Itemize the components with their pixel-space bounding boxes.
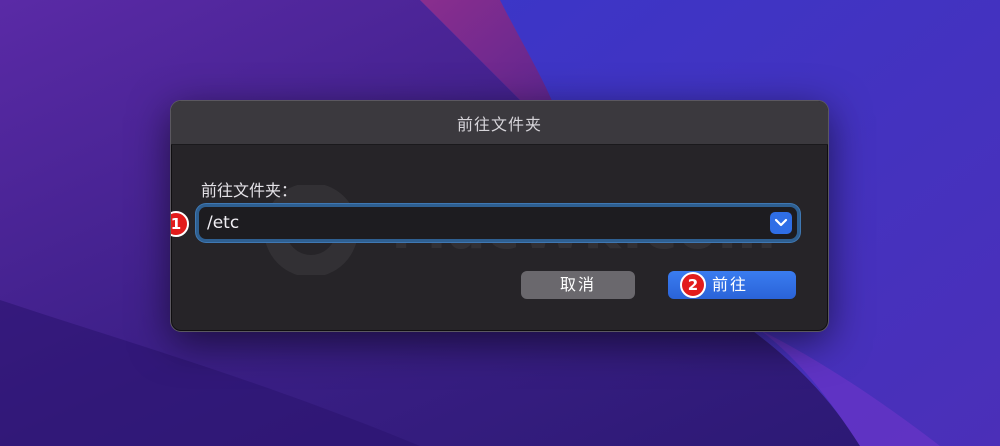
folder-path-value[interactable]: /etc	[207, 213, 239, 233]
dialog-title: 前往文件夹	[456, 114, 542, 134]
step-1-badge: 1	[171, 211, 189, 237]
cancel-button[interactable]: 取消	[521, 271, 635, 299]
go-to-folder-dialog: 前往文件夹 MacWk.com 前往文件夹： /etc 取消 前往 1 2	[170, 100, 829, 332]
chevron-down-icon	[774, 218, 788, 227]
field-label: 前往文件夹：	[201, 181, 298, 200]
folder-path-input[interactable]: /etc	[199, 207, 797, 239]
dialog-titlebar: 前往文件夹	[171, 101, 828, 145]
path-history-dropdown-button[interactable]	[770, 212, 792, 234]
step-2-badge: 2	[680, 272, 706, 298]
go-button-label: 前往	[712, 275, 749, 294]
